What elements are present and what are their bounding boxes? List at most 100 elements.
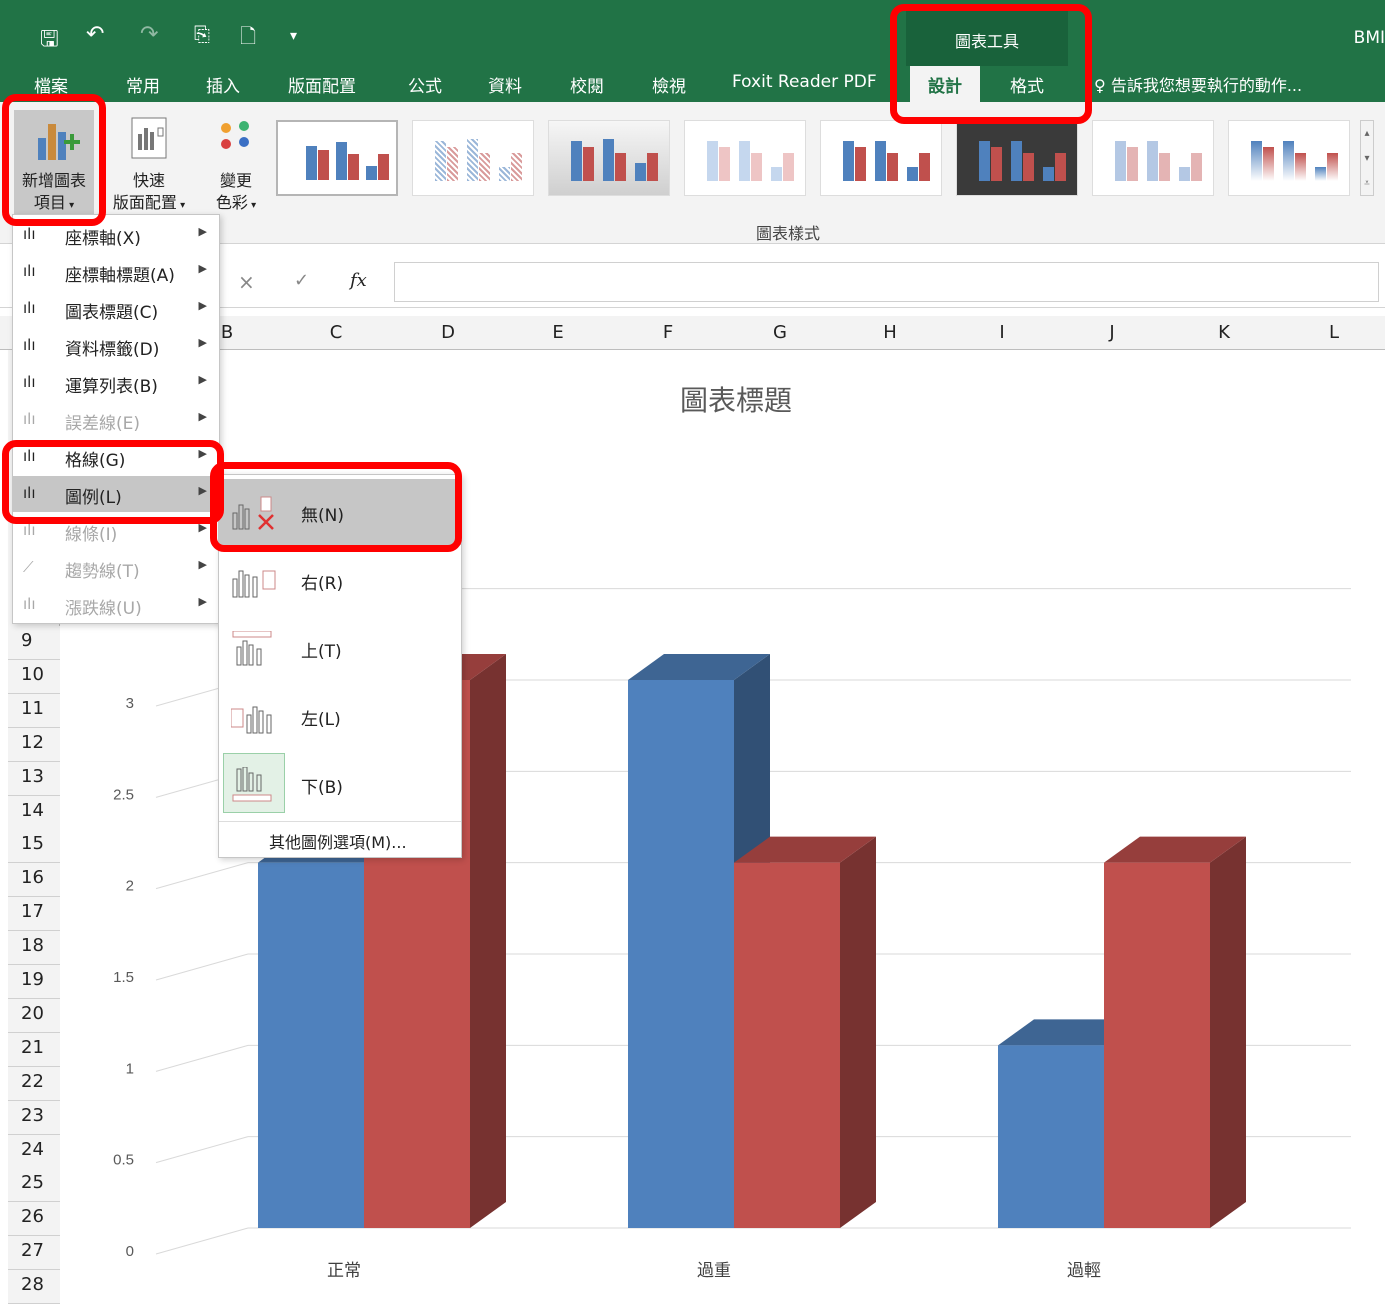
row-header[interactable]: 28 xyxy=(8,1270,60,1304)
chart-title-icon: ılı xyxy=(23,299,36,317)
legend-left-icon xyxy=(231,706,272,734)
row-header[interactable]: 26 xyxy=(8,1202,60,1237)
column-header[interactable]: E xyxy=(548,322,568,343)
y-tick-label: 0.5 xyxy=(113,1152,134,1169)
enter-icon[interactable]: ✓ xyxy=(294,270,309,291)
tell-me-box[interactable]: ♀ 告訴我您想要執行的動作... xyxy=(1094,72,1302,96)
row-header[interactable]: 9 xyxy=(8,626,60,660)
axis-titles-icon: ılı xyxy=(23,262,36,280)
row-header[interactable]: 19 xyxy=(8,965,60,999)
column-header[interactable]: K xyxy=(1214,322,1234,343)
cancel-icon[interactable]: × xyxy=(238,270,255,294)
tab-home[interactable]: 常用 xyxy=(126,72,160,97)
x-tick-label: 正常 xyxy=(327,1261,361,1280)
bar-side xyxy=(470,654,506,1228)
row-header[interactable]: 15 xyxy=(8,829,60,864)
column-header[interactable]: D xyxy=(438,322,458,343)
save-icon[interactable]: 🖫 xyxy=(40,22,59,60)
submenu-arrow-icon: ▶ xyxy=(198,225,207,238)
row-header[interactable]: 18 xyxy=(8,931,60,966)
chart-style-6[interactable] xyxy=(956,120,1078,196)
tab-insert[interactable]: 插入 xyxy=(206,72,240,97)
y-tick-label: 2 xyxy=(126,878,134,895)
y-tick-label: 1.5 xyxy=(113,969,134,986)
axes-icon: ılı xyxy=(23,225,36,243)
more-legend-options[interactable]: 其他圖例選項(M)... xyxy=(269,829,407,853)
gridline-depth xyxy=(155,1136,249,1164)
row-header[interactable]: 13 xyxy=(8,761,60,796)
gridline-depth xyxy=(155,953,249,981)
row-header[interactable]: 17 xyxy=(8,897,60,932)
legend-top-option[interactable]: 上(T) xyxy=(219,615,461,681)
submenu-arrow-icon: ▶ xyxy=(198,595,207,608)
y-tick-label: 1 xyxy=(126,1060,134,1077)
bar xyxy=(1104,862,1210,1228)
function-icon[interactable]: fx xyxy=(350,270,367,291)
change-colors-button[interactable]: 變更 色彩 ▾ xyxy=(206,110,266,217)
column-header[interactable]: B xyxy=(217,322,237,343)
title-bar: 🖫 ↶ ↷ ⎘ 🗋 ▾ BMI xyxy=(0,0,1385,66)
quick-layout-button[interactable]: 快速 版面配置 ▾ xyxy=(104,110,194,217)
y-tick-label: 0 xyxy=(126,1243,134,1260)
row-header[interactable]: 14 xyxy=(8,795,60,830)
menu-item-data-table[interactable]: ılı 運算列表(B) ▶ xyxy=(13,365,219,401)
row-header[interactable]: 24 xyxy=(8,1134,60,1169)
row-header[interactable]: 22 xyxy=(8,1066,60,1101)
column-header[interactable]: C xyxy=(326,322,346,343)
row-header[interactable]: 20 xyxy=(8,998,60,1033)
menu-item-axis-titles[interactable]: ılı 座標軸標題(A) ▶ xyxy=(13,254,219,290)
chart-style-1[interactable] xyxy=(276,120,398,196)
gallery-scroll[interactable]: ▴ ▾ ⩡ xyxy=(1360,120,1374,196)
trendline-icon: ⟋ xyxy=(23,558,34,576)
customize-qat-icon[interactable]: ▾ xyxy=(290,28,297,44)
tab-data[interactable]: 資料 xyxy=(488,72,522,97)
chart-styles-gallery[interactable]: ▴ ▾ ⩡ xyxy=(270,116,1374,202)
row-header[interactable]: 16 xyxy=(8,863,60,898)
formula-input[interactable] xyxy=(394,262,1379,302)
bar xyxy=(628,680,734,1228)
row-header[interactable]: 23 xyxy=(8,1100,60,1135)
save-as-icon[interactable]: ⎘ xyxy=(194,22,210,46)
legend-left-option[interactable]: 左(L) xyxy=(219,683,461,749)
chart-style-4[interactable] xyxy=(684,120,806,196)
chart-title: 圖表標題 xyxy=(680,385,792,416)
submenu-arrow-icon: ▶ xyxy=(198,336,207,349)
gridline-depth xyxy=(155,1044,249,1072)
redo-icon[interactable]: ↷ xyxy=(140,22,158,47)
legend-bottom-option[interactable]: 下(B) xyxy=(219,751,461,817)
row-header[interactable]: 21 xyxy=(8,1032,60,1067)
legend-right-option[interactable]: 右(R) xyxy=(219,547,461,613)
row-header[interactable]: 10 xyxy=(8,659,60,694)
print-preview-icon[interactable]: 🗋 xyxy=(240,22,256,56)
lightbulb-icon: ♀ xyxy=(1094,76,1106,95)
undo-icon[interactable]: ↶ xyxy=(86,22,104,47)
submenu-arrow-icon: ▶ xyxy=(198,558,207,571)
ribbon-tabs: 檔案 常用 插入 版面配置 公式 資料 校閱 檢視 Foxit Reader P… xyxy=(0,66,1385,102)
column-header[interactable]: I xyxy=(992,322,1012,343)
chart-style-3[interactable] xyxy=(548,120,670,196)
row-header[interactable]: 11 xyxy=(8,693,60,728)
y-tick-label: 2.5 xyxy=(113,786,134,803)
menu-item-chart-title[interactable]: ılı 圖表標題(C) ▶ xyxy=(13,291,219,327)
column-header[interactable]: L xyxy=(1324,322,1344,343)
chart-style-2[interactable] xyxy=(412,120,534,196)
row-header[interactable]: 27 xyxy=(8,1236,60,1271)
column-header[interactable]: J xyxy=(1102,322,1122,343)
column-header[interactable]: F xyxy=(658,322,678,343)
menu-item-trendline: ⟋ 趨勢線(T) ▶ xyxy=(23,558,207,582)
column-header[interactable]: G xyxy=(770,322,790,343)
row-header[interactable]: 25 xyxy=(8,1168,60,1203)
legend-top-icon xyxy=(232,631,272,666)
row-header[interactable]: 12 xyxy=(8,727,60,762)
tab-formulas[interactable]: 公式 xyxy=(408,72,442,97)
column-header[interactable]: H xyxy=(880,322,900,343)
tab-view[interactable]: 檢視 xyxy=(652,72,686,97)
menu-item-data-labels[interactable]: ılı 資料標籤(D) ▶ xyxy=(13,328,219,364)
bar-side xyxy=(1210,836,1246,1228)
chart-style-8[interactable] xyxy=(1228,120,1350,196)
tab-page-layout[interactable]: 版面配置 xyxy=(288,72,356,97)
tab-review[interactable]: 校閱 xyxy=(570,72,604,97)
chart-style-5[interactable] xyxy=(820,120,942,196)
tab-foxit[interactable]: Foxit Reader PDF xyxy=(732,72,877,92)
chart-style-7[interactable] xyxy=(1092,120,1214,196)
